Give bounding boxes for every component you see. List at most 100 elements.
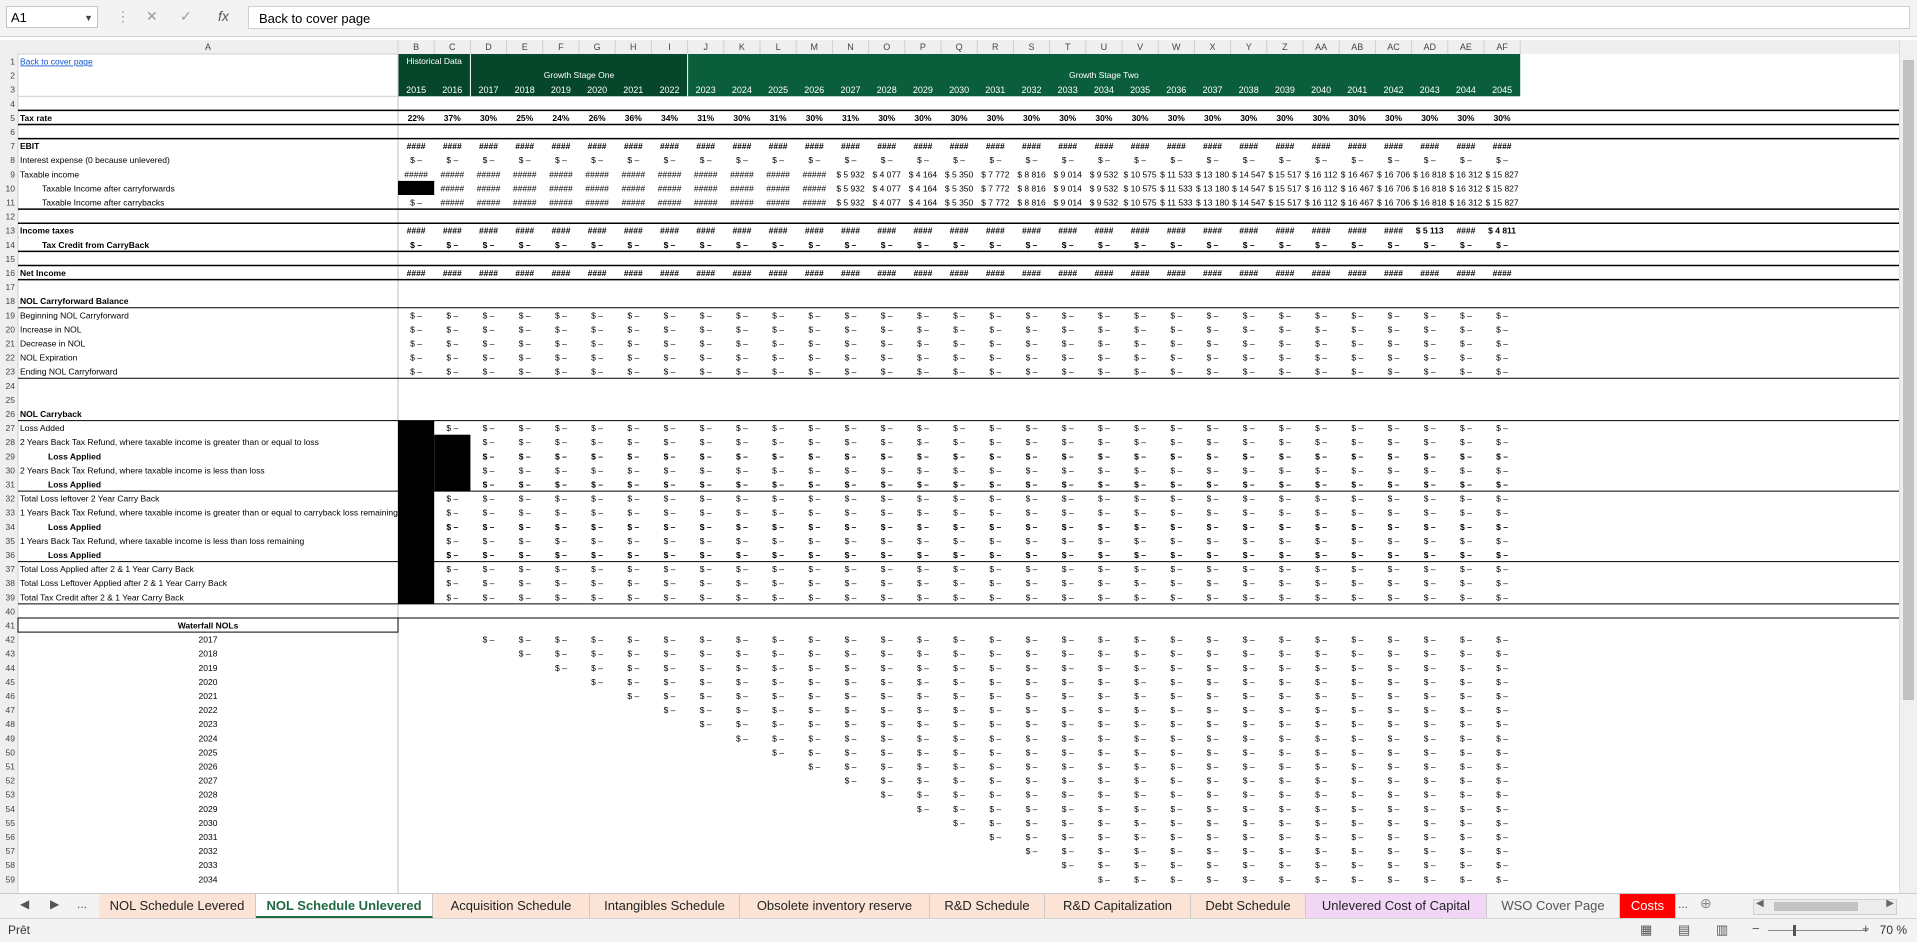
waterfall-year: 2028 [199,790,218,800]
carryback-cell: $ – [1098,564,1110,574]
next-sheet-icon[interactable]: ▶ [50,897,59,911]
tab-debt-schedule[interactable]: Debt Schedule [1191,894,1306,918]
chevron-down-icon[interactable]: ▼ [84,7,93,29]
waterfall-cell: $ – [1026,776,1038,786]
cell-grid[interactable]: A B C D E F G H I J K L M N O P Q R S T U V W X Y Z AA AB AC AD AE AFHi… [0,40,1899,893]
nol-cell: $ – [483,353,495,363]
waterfall-cell: $ – [1098,677,1110,687]
income-taxes-cell: #### [1094,226,1113,236]
carryback-cell: $ – [772,522,784,532]
more-sheets-left[interactable]: ... [77,897,87,911]
carryback-cell: $ – [917,465,929,475]
year-header: 2019 [551,85,571,95]
carryback-cell: $ – [1315,522,1327,532]
normal-view-icon[interactable]: ▦ [1640,922,1652,938]
more-icon[interactable]: ⋮ [116,8,130,25]
nol-cell: $ – [1098,339,1110,349]
carryback-cell: $ – [1062,578,1074,588]
close-icon[interactable]: ✕ [146,8,158,25]
waterfall-cell: $ – [1243,818,1255,828]
waterfall-cell: $ – [1388,649,1400,659]
nol-cell: $ – [772,310,784,320]
zoom-slider[interactable] [1768,925,1868,936]
row-header: 12 [6,212,16,222]
waterfall-cell: $ – [591,663,603,673]
carryback-cell: $ – [772,578,784,588]
income-taxes-cell: #### [407,226,426,236]
waterfall-cell: $ – [1424,860,1436,870]
back-to-cover-link[interactable]: Back to cover page [20,57,93,67]
waterfall-cell: $ – [845,762,857,772]
carryback-cell: $ – [627,536,639,546]
hscroll-thumb[interactable] [1774,902,1858,911]
nol-cell: $ – [881,310,893,320]
tab-intangibles-schedule[interactable]: Intangibles Schedule [590,894,740,918]
waterfall-cell: $ – [917,677,929,687]
ti-carryforward-cell: ##### [802,183,826,193]
tax-rate-cell: 30% [1023,113,1040,123]
tab-rd-schedule[interactable]: R&D Schedule [930,894,1045,918]
nol-cell: $ – [446,339,458,349]
waterfall-cell: $ – [519,635,531,645]
zoom-in-icon[interactable]: + [1862,921,1870,936]
carryback-cell: $ – [845,522,857,532]
waterfall-cell: $ – [736,677,748,687]
nol-cell: $ – [845,353,857,363]
waterfall-cell: $ – [1098,846,1110,856]
checkmark-icon[interactable]: ✓ [180,8,192,25]
tax-rate-cell: 26% [589,113,606,123]
nol-cell: $ – [953,310,965,320]
waterfall-cell: $ – [1170,790,1182,800]
waterfall-cell: $ – [808,691,820,701]
scroll-right-icon[interactable]: ▶ [1886,898,1894,909]
tab-nol-schedule-levered[interactable]: NOL Schedule Levered [99,894,256,918]
ebit-cell: #### [551,141,570,151]
carryback-cell: $ – [1243,578,1255,588]
tab-obsolete-inventory-reserve[interactable]: Obsolete inventory reserve [740,894,930,918]
horizontal-scrollbar[interactable]: ◀ ▶ [1753,898,1897,915]
carryback-cell: $ – [1279,536,1291,546]
waterfall-cell: $ – [1315,846,1327,856]
page-break-icon[interactable]: ▥ [1716,922,1728,938]
page-layout-icon[interactable]: ▤ [1678,922,1690,938]
waterfall-year: 2025 [199,747,218,757]
tab-acquisition-schedule[interactable]: Acquisition Schedule [433,894,590,918]
tab-costs[interactable]: Costs [1620,894,1676,918]
waterfall-cell: $ – [1351,874,1363,884]
tax-credit-cell: $ – [446,240,458,250]
carryback-cell: $ – [627,522,639,532]
waterfall-cell: $ – [845,747,857,757]
formula-input[interactable]: Back to cover page [248,6,1910,29]
tab-unlevered-cost-of-capital[interactable]: Unlevered Cost of Capital [1306,894,1487,918]
waterfall-cell: $ – [1134,691,1146,701]
tab-nol-schedule-unlevered[interactable]: NOL Schedule Unlevered [256,894,433,918]
nol-cell: $ – [1243,367,1255,377]
more-sheets-right[interactable]: ... [1678,897,1688,911]
fx-icon[interactable]: fx [218,8,229,24]
carryback-cell: $ – [1098,508,1110,518]
income-taxes-cell: #### [1275,226,1294,236]
carryback-cell: $ – [808,508,820,518]
carryback-cell: $ – [736,480,748,490]
nol-cell: $ – [808,367,820,377]
carryback-cell: $ – [1424,536,1436,546]
vertical-scrollbar[interactable] [1899,40,1917,893]
carryback-cell: $ – [1134,508,1146,518]
tab-wso-cover-page[interactable]: WSO Cover Page [1487,894,1620,918]
tab-rd-capitalization[interactable]: R&D Capitalization [1045,894,1191,918]
zoom-out-icon[interactable]: − [1752,921,1760,936]
carryback-cell: $ – [917,550,929,560]
zoom-slider-handle[interactable] [1793,925,1796,936]
waterfall-cell: $ – [1496,733,1508,743]
carryback-cell: $ – [627,480,639,490]
worksheet[interactable]: A B C D E F G H I J K L M N O P Q R S T U V W X Y Z AA AB AC AD AE AF Hi… [0,40,1917,893]
prev-sheet-icon[interactable]: ◀ [20,897,29,911]
column-header: L [776,42,781,52]
name-box[interactable]: A1 ▼ [6,6,98,28]
name-box-value: A1 [11,10,27,25]
add-sheet-icon[interactable]: ⊕ [1700,895,1712,912]
scroll-left-icon[interactable]: ◀ [1756,898,1764,909]
zoom-level[interactable]: 70 % [1880,923,1907,937]
carryback-cell: $ – [1243,465,1255,475]
scrollbar-thumb[interactable] [1903,60,1914,700]
